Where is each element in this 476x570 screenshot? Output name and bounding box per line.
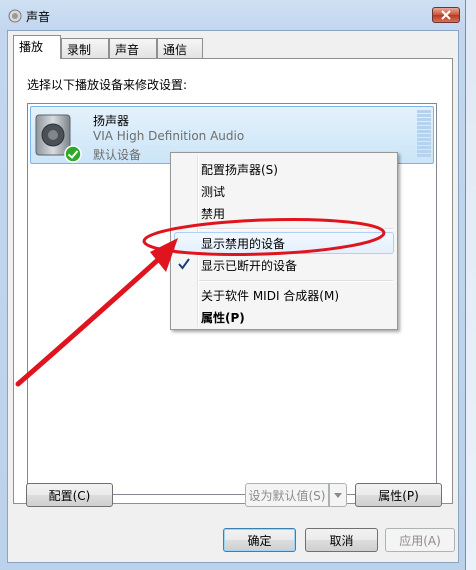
checkmark-icon bbox=[177, 257, 191, 271]
instruction-label: 选择以下播放设备来修改设置: bbox=[27, 78, 188, 92]
volume-level-meter bbox=[417, 110, 431, 160]
tab-recording[interactable]: 录制 bbox=[61, 38, 109, 58]
close-button[interactable] bbox=[432, 7, 460, 23]
tab-playback[interactable]: 播放 bbox=[13, 35, 61, 59]
desktop-background bbox=[466, 0, 476, 570]
menu-item-show-disconnected[interactable]: 显示已断开的设备 bbox=[201, 257, 297, 274]
menu-item-show-disabled[interactable]: 显示禁用的设备 bbox=[201, 235, 285, 252]
close-icon bbox=[441, 10, 451, 20]
properties-button[interactable]: 属性(P) bbox=[355, 483, 442, 507]
apply-button[interactable]: 应用(A) bbox=[385, 528, 455, 552]
menu-item-properties[interactable]: 属性(P) bbox=[201, 309, 245, 326]
menu-item-disable[interactable]: 禁用 bbox=[201, 205, 225, 222]
menu-item-about-midi[interactable]: 关于软件 MIDI 合成器(M) bbox=[201, 287, 339, 304]
menu-separator bbox=[199, 280, 393, 282]
set-default-dropdown[interactable] bbox=[329, 483, 347, 507]
tab-sounds[interactable]: 声音 bbox=[109, 38, 157, 58]
menu-separator bbox=[199, 228, 393, 230]
tab-communications[interactable]: 通信 bbox=[157, 38, 203, 58]
menu-item-test[interactable]: 测试 bbox=[201, 183, 225, 200]
context-menu: 配置扬声器(S) 测试 禁用 显示禁用的设备 显示已断开的设备 关于软件 MID… bbox=[170, 152, 398, 330]
ok-button[interactable]: 确定 bbox=[223, 528, 296, 552]
device-status: 默认设备 bbox=[93, 148, 142, 162]
configure-button[interactable]: 配置(C) bbox=[26, 483, 113, 507]
title-bar[interactable]: 声音 bbox=[0, 0, 466, 30]
set-default-button[interactable]: 设为默认值(S) bbox=[245, 483, 329, 507]
window-title: 声音 bbox=[26, 10, 51, 24]
cancel-button[interactable]: 取消 bbox=[305, 528, 378, 552]
menu-item-configure-speakers[interactable]: 配置扬声器(S) bbox=[201, 161, 278, 178]
chevron-down-icon bbox=[334, 492, 342, 498]
sound-app-icon bbox=[8, 9, 22, 23]
device-name: 扬声器 bbox=[93, 114, 130, 128]
check-badge-icon bbox=[64, 145, 82, 163]
device-driver: VIA High Definition Audio bbox=[93, 129, 245, 143]
